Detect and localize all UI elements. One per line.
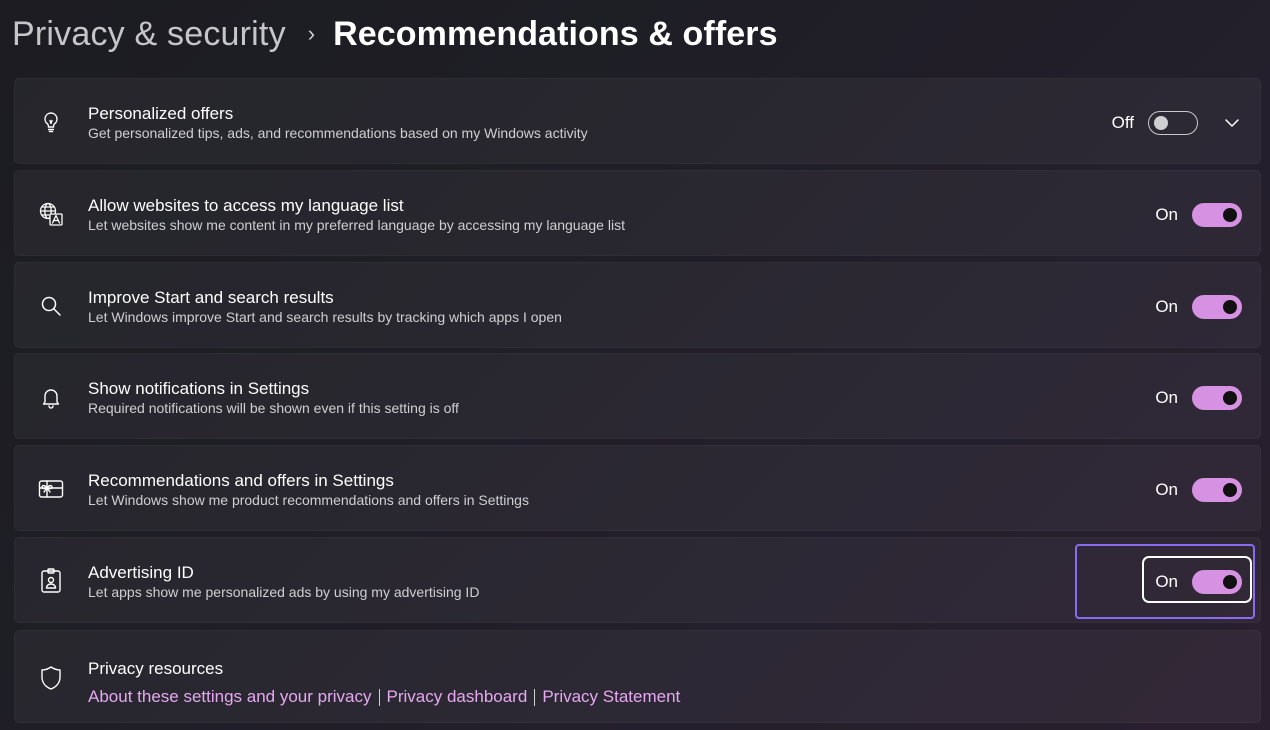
setting-description: Get personalized tips, ads, and recommen… (88, 125, 588, 141)
link-divider (378, 688, 380, 706)
setting-title: Show notifications in Settings (88, 379, 310, 398)
toggle-state-label: Off (1111, 113, 1134, 132)
setting-recommendations-offers[interactable]: Recommendations and offers in Settings L… (14, 445, 1261, 531)
privacy-statement-link[interactable]: Privacy Statement (542, 687, 680, 707)
notifications-toggle[interactable] (1192, 386, 1242, 410)
toggle-state-label: On (1155, 205, 1178, 224)
language-icon (37, 200, 65, 228)
page-title: Recommendations & offers (333, 14, 778, 53)
setting-description: Let Windows improve Start and search res… (88, 309, 562, 325)
toggle-state-label: On (1155, 388, 1178, 407)
setting-title: Improve Start and search results (88, 288, 334, 307)
lightbulb-icon (37, 108, 65, 136)
privacy-links: About these settings and your privacy Pr… (88, 687, 680, 707)
setting-description: Let websites show me content in my prefe… (88, 217, 625, 233)
setting-description: Let Windows show me product recommendati… (88, 492, 529, 508)
setting-start-search-results[interactable]: Improve Start and search results Let Win… (14, 262, 1261, 348)
setting-language-list[interactable]: Allow websites to access my language lis… (14, 170, 1261, 256)
toggle-knob (1154, 116, 1168, 130)
toggle-knob (1223, 208, 1237, 222)
toggle-state-label: On (1155, 297, 1178, 316)
id-badge-icon (37, 567, 65, 595)
breadcrumb: Privacy & security › Recommendations & o… (12, 8, 778, 60)
keyboard-focus-ring (1142, 556, 1252, 603)
start-search-toggle[interactable] (1192, 295, 1242, 319)
setting-title: Recommendations and offers in Settings (88, 471, 394, 490)
setting-personalized-offers[interactable]: Personalized offers Get personalized tip… (14, 78, 1261, 164)
about-settings-privacy-link[interactable]: About these settings and your privacy (88, 687, 372, 707)
setting-title: Allow websites to access my language lis… (88, 196, 404, 215)
toggle-state-label: On (1155, 480, 1178, 499)
toggle-knob (1223, 391, 1237, 405)
privacy-resources-card: Privacy resources About these settings a… (14, 630, 1261, 723)
language-list-toggle[interactable] (1192, 203, 1242, 227)
search-icon (37, 292, 65, 320)
setting-description: Let apps show me personalized ads by usi… (88, 584, 480, 600)
setting-title: Personalized offers (88, 104, 234, 123)
chevron-down-icon[interactable] (1222, 113, 1242, 133)
breadcrumb-parent-link[interactable]: Privacy & security (12, 15, 286, 54)
link-divider (534, 688, 536, 706)
setting-notifications-in-settings[interactable]: Show notifications in Settings Required … (14, 353, 1261, 439)
gift-card-icon (37, 475, 65, 503)
privacy-resources-title: Privacy resources (88, 659, 224, 678)
setting-description: Required notifications will be shown eve… (88, 400, 459, 416)
privacy-dashboard-link[interactable]: Privacy dashboard (387, 687, 528, 707)
toggle-knob (1223, 483, 1237, 497)
bell-icon (37, 383, 65, 411)
setting-title: Advertising ID (88, 563, 194, 582)
setting-advertising-id[interactable]: Advertising ID Let apps show me personal… (14, 537, 1261, 623)
personalized-offers-toggle[interactable] (1148, 111, 1198, 135)
breadcrumb-chevron-icon: › (307, 21, 316, 46)
recommendations-toggle[interactable] (1192, 478, 1242, 502)
toggle-knob (1223, 300, 1237, 314)
shield-icon (37, 664, 65, 692)
